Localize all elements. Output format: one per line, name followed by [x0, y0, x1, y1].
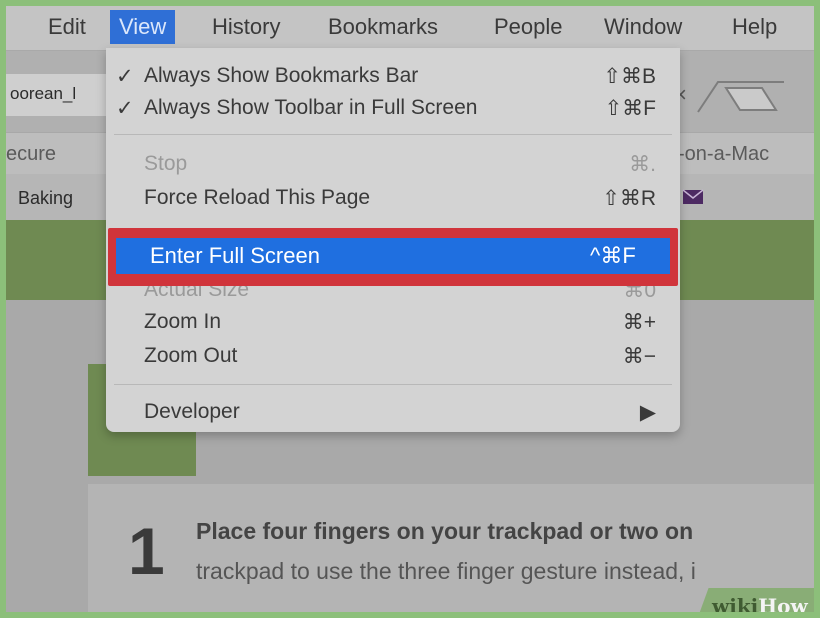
shortcut: ⇧⌘R: [602, 187, 656, 210]
menu-separator: [114, 134, 672, 135]
new-tab-icon[interactable]: [696, 78, 786, 114]
checkmark-icon: ✓: [116, 65, 134, 88]
url-text: -on-a-Mac: [678, 143, 770, 165]
step-number: 1: [128, 514, 165, 588]
menu-item-developer[interactable]: Developer ▶: [106, 396, 680, 428]
mail-icon[interactable]: [682, 188, 704, 206]
secure-label: ecure: [6, 143, 57, 165]
shortcut: ⌘+: [622, 311, 656, 334]
menu-item-force-reload[interactable]: Force Reload This Page ⇧⌘R: [106, 182, 680, 214]
bookmark-baking[interactable]: Baking: [18, 188, 73, 209]
menu-separator: [114, 384, 672, 385]
menu-bookmarks[interactable]: Bookmarks: [328, 14, 438, 40]
menu-help[interactable]: Help: [732, 14, 777, 40]
menu-bar: Edit View History Bookmarks People Windo…: [6, 6, 814, 51]
menu-item-zoom-out[interactable]: Zoom Out ⌘−: [106, 340, 680, 372]
checkmark-icon: ✓: [116, 97, 134, 120]
step-card: [88, 484, 814, 612]
submenu-arrow-icon: ▶: [639, 401, 656, 424]
shortcut: ⌘−: [622, 345, 656, 368]
browser-tab[interactable]: oorean_l: [6, 74, 106, 116]
menu-item-zoom-in[interactable]: Zoom In ⌘+: [106, 306, 680, 338]
menu-window[interactable]: Window: [604, 14, 682, 40]
menu-people[interactable]: People: [494, 14, 563, 40]
menu-edit[interactable]: Edit: [48, 14, 86, 40]
wikihow-watermark: wikiHow: [712, 594, 808, 612]
shortcut: ⇧⌘F: [604, 97, 656, 120]
shortcut: ^⌘F: [590, 243, 636, 268]
tab-title: oorean_l: [10, 84, 77, 103]
menu-item-always-show-bookmarks-bar[interactable]: ✓ Always Show Bookmarks Bar ⇧⌘B: [106, 60, 680, 92]
menu-item-stop: Stop ⌘.: [144, 152, 656, 176]
screenshot-frame: oorean_l × ecure -on-a-Mac Baking 1 Plac…: [6, 6, 814, 612]
step-text: trackpad to use the three finger gesture…: [196, 558, 696, 584]
menu-history[interactable]: History: [212, 14, 280, 40]
step-text-bold: Place four fingers on your trackpad or t…: [196, 518, 694, 544]
menu-view[interactable]: View: [110, 10, 176, 44]
enter-full-screen-label: Enter Full Screen: [150, 243, 320, 268]
shortcut: ⇧⌘B: [603, 65, 656, 88]
shortcut: ⌘.: [629, 153, 656, 176]
menu-item-always-show-toolbar[interactable]: ✓ Always Show Toolbar in Full Screen ⇧⌘F: [106, 92, 680, 124]
